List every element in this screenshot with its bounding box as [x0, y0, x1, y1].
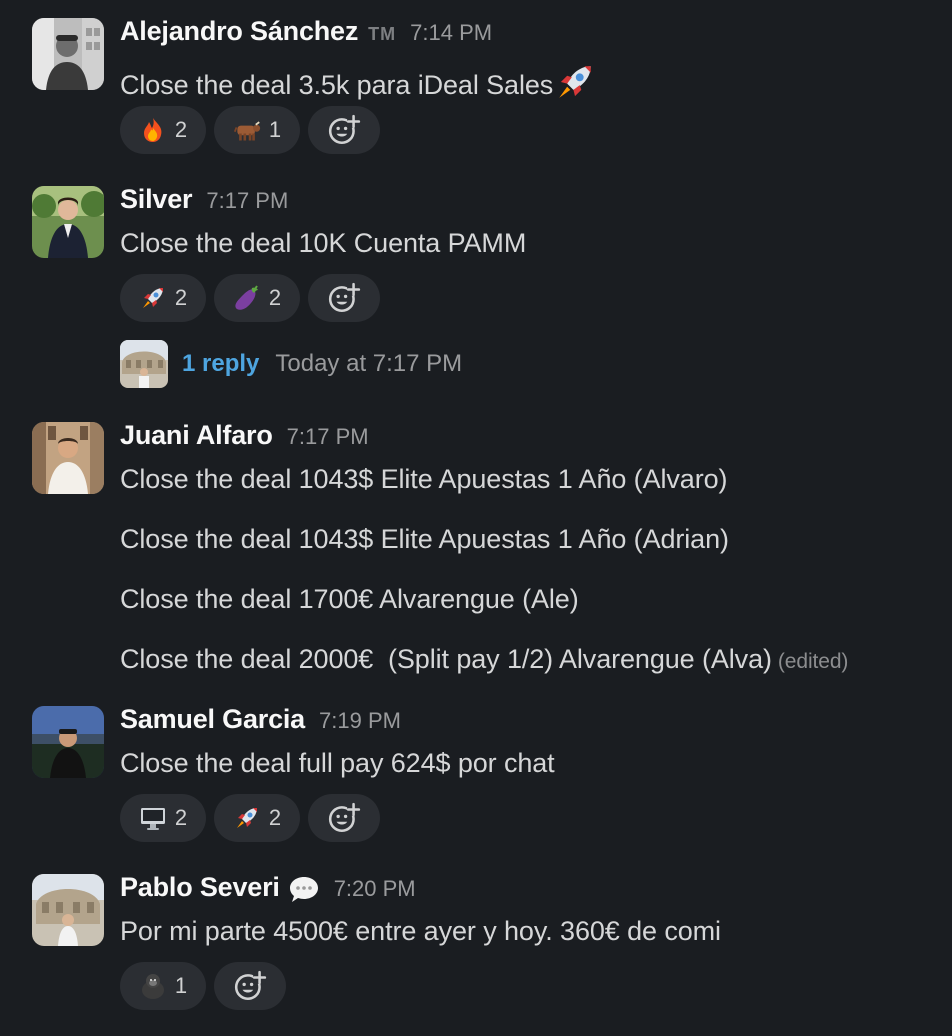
- message-header: Samuel Garcia 7:19 PM: [120, 704, 401, 740]
- reaction-count: 1: [268, 117, 282, 142]
- reaction-gorilla[interactable]: 1: [120, 962, 206, 1010]
- reaction-ox[interactable]: 1: [214, 106, 300, 154]
- message-text: Por mi parte 4500€ entre ayer y hoy. 360…: [120, 916, 721, 946]
- message-header: Pablo Severi 7:20 PM: [120, 872, 416, 908]
- timestamp[interactable]: 7:20 PM: [334, 876, 416, 902]
- eggplant-icon: [233, 284, 261, 312]
- timestamp[interactable]: 7:17 PM: [206, 188, 288, 214]
- edited-label: (edited): [777, 650, 849, 673]
- reaction-rocket[interactable]: 2: [214, 794, 300, 842]
- speech-bubble-icon: [288, 874, 320, 906]
- reaction-bar: 2 1: [120, 106, 380, 154]
- add-reaction-button[interactable]: [308, 274, 380, 322]
- message-text: Close the deal 1043$ Elite Apuestas 1 Añ…: [120, 464, 728, 494]
- author-name[interactable]: Pablo Severi: [120, 872, 280, 903]
- add-reaction-icon: [327, 281, 361, 315]
- gorilla-icon: [139, 972, 167, 1000]
- add-reaction-icon: [327, 113, 361, 147]
- author-name[interactable]: Juani Alfaro: [120, 420, 273, 451]
- reaction-bar: 1: [120, 962, 286, 1010]
- add-reaction-icon: [233, 969, 267, 1003]
- desktop-computer-icon: [139, 804, 167, 832]
- avatar[interactable]: [32, 422, 104, 494]
- fire-icon: [139, 116, 167, 144]
- message-text: Close the deal 3.5k para iDeal Sales: [120, 60, 597, 104]
- message-header: Juani Alfaro 7:17 PM: [120, 420, 369, 456]
- avatar[interactable]: [32, 874, 104, 946]
- add-reaction-button[interactable]: [214, 962, 286, 1010]
- reaction-count: 1: [174, 973, 188, 998]
- reaction-count: 2: [174, 117, 188, 142]
- reaction-fire[interactable]: 2: [120, 106, 206, 154]
- message-text: Close the deal 1700€ Alvarengue (Ale): [120, 584, 579, 614]
- reaction-count: 2: [268, 285, 282, 310]
- add-reaction-icon: [327, 801, 361, 835]
- avatar[interactable]: [32, 706, 104, 778]
- avatar[interactable]: [32, 186, 104, 258]
- timestamp[interactable]: 7:19 PM: [319, 708, 401, 734]
- ox-icon: [233, 116, 261, 144]
- add-reaction-button[interactable]: [308, 794, 380, 842]
- author-name[interactable]: Silver: [120, 184, 193, 215]
- reaction-count: 2: [174, 805, 188, 830]
- reply-count-link[interactable]: 1 reply: [182, 350, 259, 378]
- author-name[interactable]: Samuel Garcia: [120, 704, 305, 735]
- reaction-bar: 2 2: [120, 794, 380, 842]
- timestamp[interactable]: 7:17 PM: [287, 424, 369, 450]
- reaction-desktop-computer[interactable]: 2: [120, 794, 206, 842]
- message-text: Close the deal full pay 624$ por chat: [120, 748, 555, 778]
- rocket-icon: [139, 284, 167, 312]
- timestamp[interactable]: 7:14 PM: [410, 20, 492, 46]
- message-header: Alejandro Sánchez TM 7:14 PM: [120, 16, 492, 52]
- reply-avatar: [120, 340, 168, 388]
- reaction-rocket[interactable]: 2: [120, 274, 206, 322]
- message-text: Close the deal 2000€ (Split pay 1/2) Alv…: [120, 644, 849, 674]
- message-text: Close the deal 10K Cuenta PAMM: [120, 228, 527, 258]
- avatar[interactable]: [32, 18, 104, 90]
- reaction-count: 2: [174, 285, 188, 310]
- reaction-count: 2: [268, 805, 282, 830]
- reaction-bar: 2 2: [120, 274, 380, 322]
- rocket-icon: [233, 804, 261, 832]
- last-reply-time: Today at 7:17 PM: [275, 350, 463, 377]
- add-reaction-button[interactable]: [308, 106, 380, 154]
- message-header: Silver 7:17 PM: [120, 184, 288, 220]
- reaction-eggplant[interactable]: 2: [214, 274, 300, 322]
- status-badge: TM: [368, 24, 397, 44]
- message-text: Close the deal 1043$ Elite Apuestas 1 Añ…: [120, 524, 729, 554]
- thread-replies[interactable]: 1 reply Today at 7:17 PM: [120, 340, 462, 388]
- author-name[interactable]: Alejandro Sánchez: [120, 16, 358, 47]
- rocket-icon: [553, 60, 597, 104]
